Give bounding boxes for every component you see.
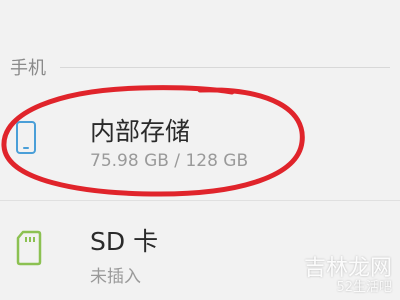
sd-card-status: 未插入 — [90, 267, 141, 287]
internal-storage-title: 内部存储 — [90, 117, 191, 146]
phone-icon — [16, 121, 36, 154]
internal-storage-item[interactable]: 内部存储 75.98 GB / 128 GB — [0, 100, 400, 195]
sd-card-title: SD 卡 — [90, 227, 159, 256]
section-header: 手机 — [10, 52, 390, 82]
internal-storage-usage: 75.98 GB / 128 GB — [90, 151, 249, 171]
section-divider — [60, 66, 390, 68]
storage-screen: 手机 内部存储 75.98 GB / 128 GB SD 卡 未插入 吉林龙网 … — [0, 0, 400, 300]
sd-card-icon — [16, 230, 42, 266]
watermark-sub: 52生活吧 — [336, 280, 392, 295]
list-divider — [0, 200, 400, 201]
section-label: 手机 — [10, 58, 46, 79]
watermark: 吉林龙网 52生活吧 — [268, 250, 398, 298]
